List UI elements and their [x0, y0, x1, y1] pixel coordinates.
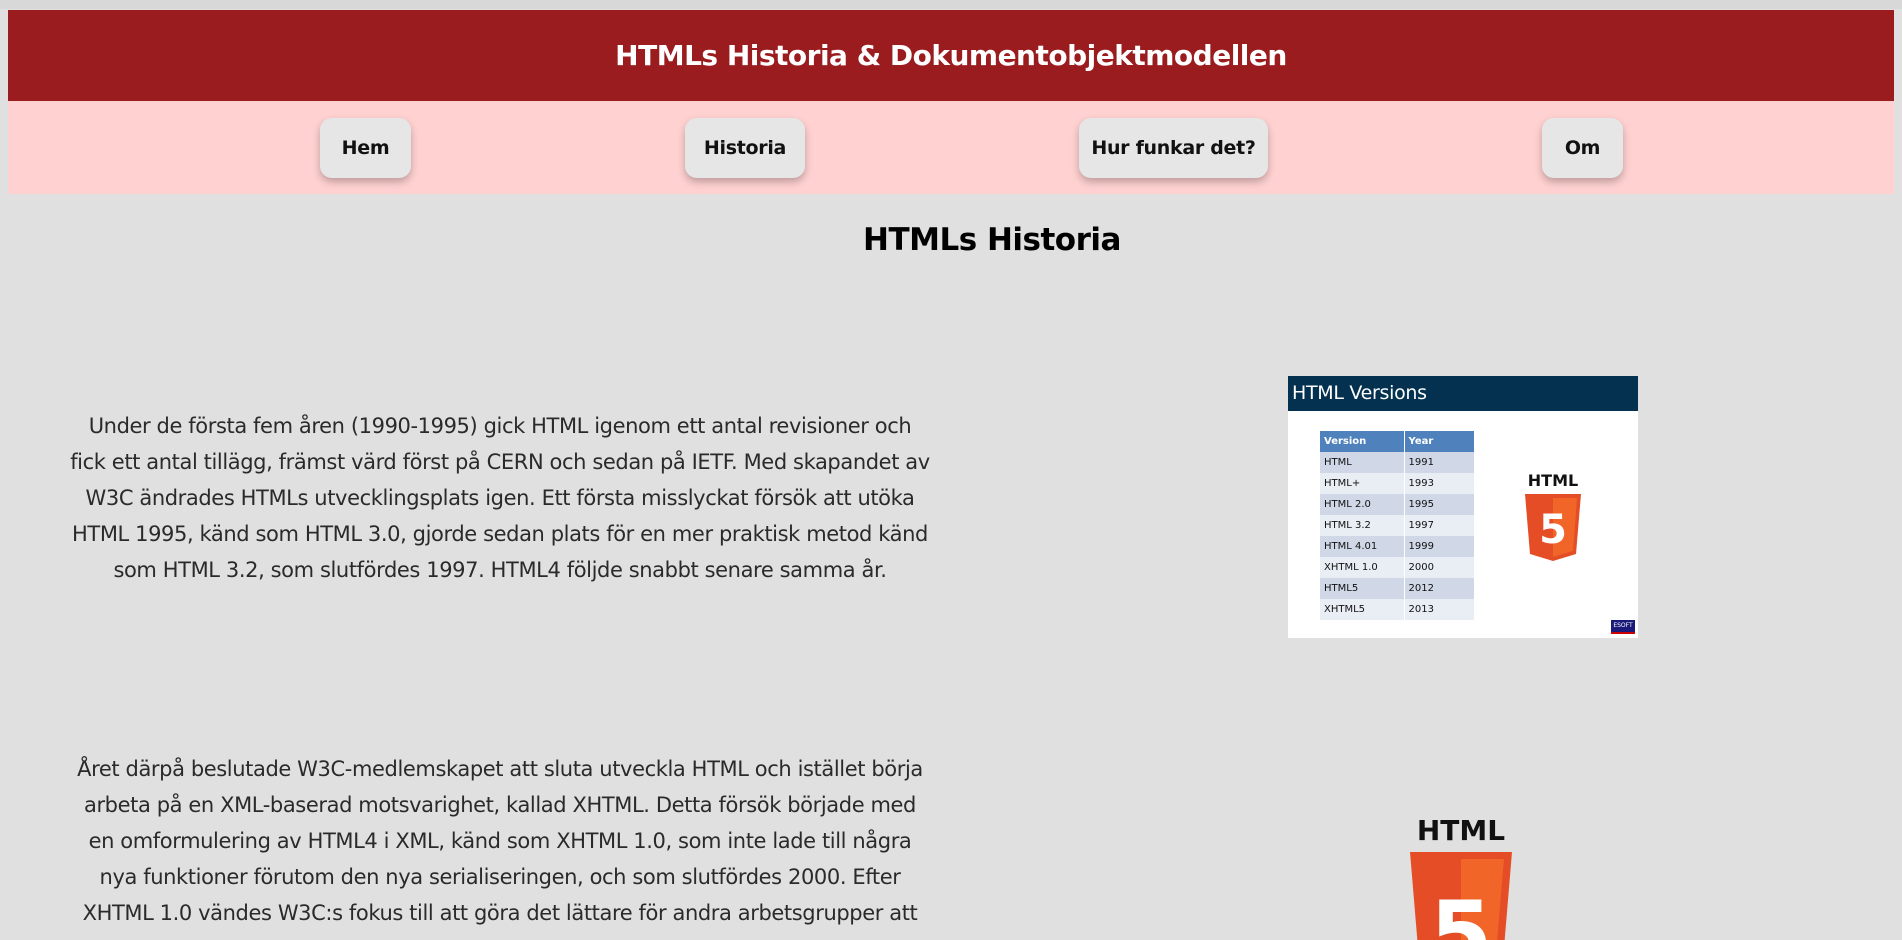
table-cell: 1991	[1404, 452, 1475, 473]
main-nav: Hem Historia Hur funkar det? Om	[8, 101, 1894, 194]
table-cell: HTML 4.01	[1320, 536, 1405, 557]
table-row: HTML 3.2 1997	[1320, 515, 1475, 536]
top-strip	[0, 0, 1902, 9]
nav-om-button[interactable]: Om	[1542, 118, 1623, 178]
table-cell: HTML+	[1320, 473, 1405, 494]
table-row: HTML 4.01 1999	[1320, 536, 1475, 557]
versions-table: Version Year HTML 1991 HTML+ 1993 HTML 2.0…	[1320, 431, 1475, 620]
table-row: XHTML 1.0 2000	[1320, 557, 1475, 578]
table-row: HTML5 2012	[1320, 578, 1475, 599]
history-paragraph-1: Under de första fem åren (1990-1995) gic…	[70, 414, 930, 582]
logo-number: 5	[1539, 507, 1567, 553]
logo2-number: 5	[1430, 882, 1493, 940]
table-cell: HTML 2.0	[1320, 494, 1405, 515]
esoft-logo: ESOFT	[1611, 620, 1635, 634]
table-cell: 2013	[1404, 599, 1475, 620]
table-cell: XHTML 1.0	[1320, 557, 1405, 578]
table-cell: HTML5	[1320, 578, 1405, 599]
table-cell: 2000	[1404, 557, 1475, 578]
page: HTMLs Historia & Dokumentobjektmodellen …	[0, 0, 1902, 940]
nav-hem-button[interactable]: Hem	[320, 118, 411, 178]
table-row: HTML 1991	[1320, 452, 1475, 473]
table-row: XHTML5 2013	[1320, 599, 1475, 620]
table-row: HTML+ 1993	[1320, 473, 1475, 494]
versions-col-version: Version	[1320, 431, 1405, 452]
nav-historia-button[interactable]: Historia	[685, 118, 805, 178]
site-title: HTMLs Historia & Dokumentobjektmodellen	[615, 39, 1287, 72]
html5-logo-icon: HTML 5	[1410, 815, 1512, 940]
versions-col-year: Year	[1404, 431, 1475, 452]
nav-hur-funkar-det-button[interactable]: Hur funkar det?	[1079, 118, 1268, 178]
site-header: HTMLs Historia & Dokumentobjektmodellen	[8, 10, 1894, 101]
section-heading: HTMLs Historia	[863, 222, 1121, 258]
table-cell: 1999	[1404, 536, 1475, 557]
table-cell: 1997	[1404, 515, 1475, 536]
table-cell: 1995	[1404, 494, 1475, 515]
html-versions-image: HTML Versions Version Year HTML 1991 HTML…	[1288, 376, 1638, 638]
logo2-text: HTML	[1417, 815, 1505, 847]
history-paragraph-2: Året därpå beslutade W3C-medlemskapet at…	[77, 757, 923, 925]
html5-logo-icon: HTML 5	[1525, 472, 1581, 561]
table-cell: HTML	[1320, 452, 1405, 473]
table-cell: 1993	[1404, 473, 1475, 494]
table-cell: 2012	[1404, 578, 1475, 599]
table-cell: XHTML5	[1320, 599, 1405, 620]
logo-text: HTML	[1528, 472, 1578, 490]
table-cell: HTML 3.2	[1320, 515, 1405, 536]
table-row: HTML 2.0 1995	[1320, 494, 1475, 515]
versions-image-title: HTML Versions	[1288, 376, 1638, 411]
